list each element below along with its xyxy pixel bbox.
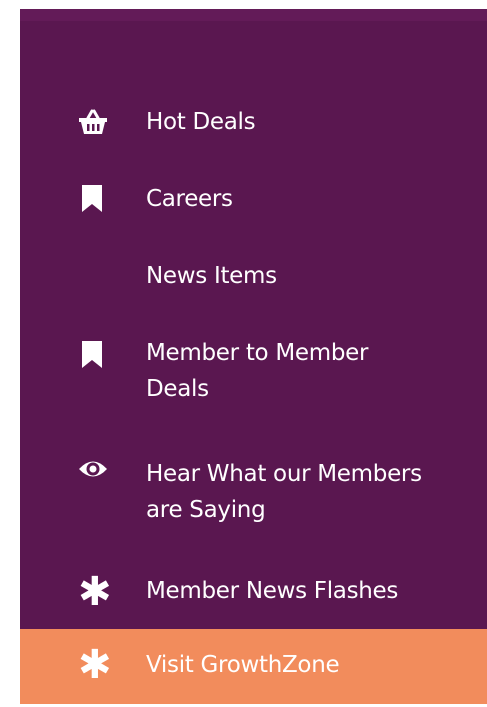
bookmark-icon [78,341,108,368]
menu-item-visit-growthzone[interactable]: ✱ Visit GrowthZone [20,629,487,704]
menu-item-label: Careers [146,186,233,212]
menu-item-hear-what-our-members[interactable]: Hear What our Members are Saying [20,454,487,534]
asterisk-icon: ✱ [78,569,112,615]
menu-item-member-to-member-deals[interactable]: Member to Member Deals [20,333,487,413]
menu-item-member-news-flashes[interactable]: ✱ Member News Flashes [20,569,487,619]
menu-item-news-items[interactable]: News Items [20,251,487,301]
menu-item-label: Member News Flashes [146,578,399,604]
asterisk-icon: ✱ [78,642,112,688]
menu-item-careers[interactable]: Careers [20,174,487,224]
menu-item-label: Member to Member Deals [146,340,369,402]
basket-icon [78,109,108,135]
menu-item-label: Hear What our Members are Saying [146,461,422,523]
side-menu: Hot Deals Careers News Items Member to M… [20,9,487,704]
menu-top-bar [20,9,487,21]
page-frame: Hot Deals Careers News Items Member to M… [0,0,487,707]
eye-icon [78,458,108,484]
menu-item-label: News Items [146,263,277,289]
menu-item-hot-deals[interactable]: Hot Deals [20,97,487,147]
menu-item-label: Hot Deals [146,109,256,135]
bookmark-icon [78,185,108,212]
menu-item-label: Visit GrowthZone [146,652,340,678]
